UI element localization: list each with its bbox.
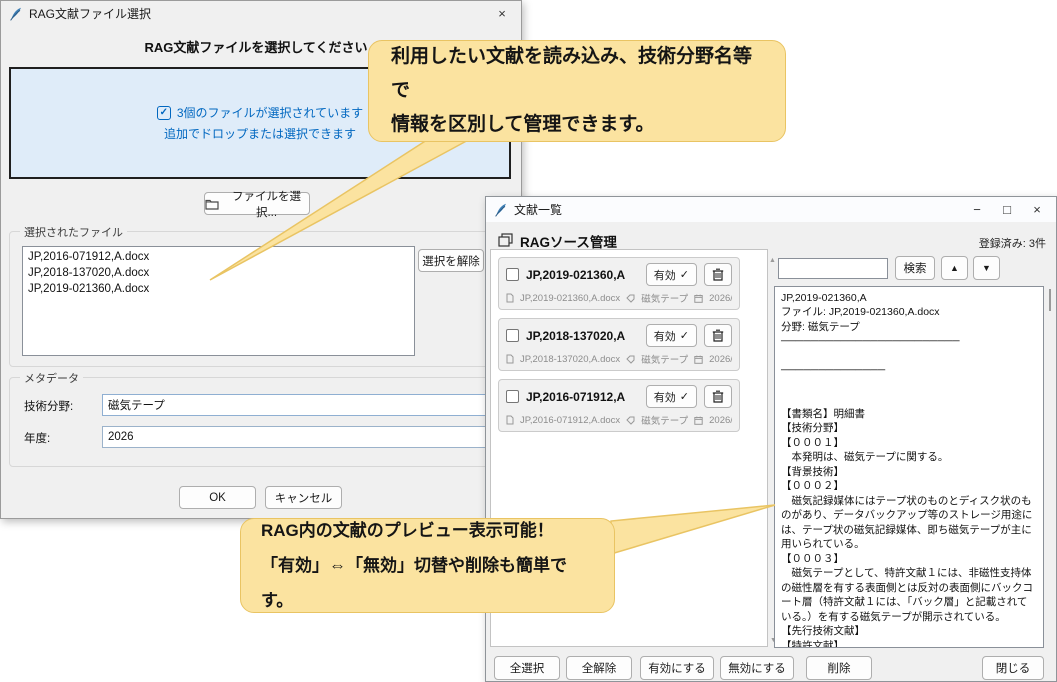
- toggle-enabled-button[interactable]: 有効 ✓: [646, 263, 697, 286]
- tech-field-label: 技術分野:: [24, 398, 73, 414]
- close-button[interactable]: ×: [1022, 197, 1052, 222]
- card-timestamp: 2026/02/01 17:54: [709, 354, 732, 365]
- card-checkbox[interactable]: [506, 329, 519, 342]
- disable-button[interactable]: 無効にする: [720, 656, 794, 680]
- screenshot-stage: RAG文献ファイル選択 × RAG文献ファイルを選択してください ✓ 3個のファ…: [0, 0, 1057, 682]
- checked-checkbox-icon: ✓: [157, 106, 171, 120]
- file-icon: [506, 354, 514, 364]
- source-card[interactable]: JP,2019-021360,A 有効 ✓ JP,2019-021360,A.d…: [498, 257, 740, 310]
- calendar-icon: [694, 416, 703, 425]
- calendar-icon: [694, 355, 703, 364]
- sash-up-icon[interactable]: ▲: [769, 257, 776, 264]
- tech-field-input[interactable]: [102, 394, 502, 416]
- card-category: 磁気テープ: [641, 291, 688, 305]
- card-title: JP,2016-071912,A: [526, 390, 639, 404]
- tag-icon: [626, 416, 635, 425]
- check-icon: ✓: [680, 390, 689, 403]
- maximize-button[interactable]: □: [992, 197, 1022, 222]
- source-card[interactable]: JP,2018-137020,A 有効 ✓ JP,2018-137020,A.d…: [498, 318, 740, 371]
- enable-button[interactable]: 有効にする: [640, 656, 714, 680]
- find-next-button[interactable]: ▼: [973, 256, 1000, 280]
- metadata-group: メタデータ 技術分野: 年度:: [9, 377, 509, 467]
- callout-top-line2: 情報を区別して管理できます。: [391, 108, 763, 142]
- tag-icon: [626, 294, 635, 303]
- delete-button[interactable]: 削除: [806, 656, 872, 680]
- app-feather-icon: [494, 203, 507, 217]
- search-button[interactable]: 検索: [895, 256, 935, 280]
- card-title: JP,2019-021360,A: [526, 268, 639, 282]
- check-icon: ✓: [680, 329, 689, 342]
- enabled-label: 有効: [654, 389, 676, 405]
- delete-card-button[interactable]: [704, 324, 732, 347]
- check-icon: ✓: [680, 268, 689, 281]
- callout-top-line1: 利用したい文献を読み込み、技術分野名等で: [391, 40, 763, 108]
- enabled-label: 有効: [654, 328, 676, 344]
- app-feather-icon: [9, 7, 22, 21]
- card-category: 磁気テープ: [641, 352, 688, 366]
- preview-scrollbar[interactable]: [1049, 289, 1051, 311]
- dropzone-status-text: 3個のファイルが選択されています: [177, 104, 363, 121]
- delete-card-button[interactable]: [704, 385, 732, 408]
- find-previous-button[interactable]: ▲: [941, 256, 968, 280]
- right-titlebar: 文献一覧 − □ ×: [486, 197, 1056, 222]
- card-checkbox[interactable]: [506, 390, 519, 403]
- card-title: JP,2018-137020,A: [526, 329, 639, 343]
- card-timestamp: 2026/02/01 17:54: [709, 415, 732, 426]
- calendar-icon: [694, 294, 703, 303]
- file-icon: [506, 293, 514, 303]
- toggle-enabled-button[interactable]: 有効 ✓: [646, 385, 697, 408]
- trash-icon: [712, 268, 724, 281]
- rag-source-title: RAGソース管理: [520, 231, 617, 251]
- callout-top: 利用したい文献を読み込み、技術分野名等で 情報を区別して管理できます。: [368, 40, 786, 142]
- file-icon: [506, 415, 514, 425]
- card-file-name: JP,2018-137020,A.docx: [520, 354, 620, 365]
- ok-button[interactable]: OK: [179, 486, 256, 509]
- close-window-button[interactable]: 閉じる: [982, 656, 1044, 680]
- callout-top-tail: [190, 134, 480, 286]
- document-preview-pane[interactable]: JP,2019-021360,A ファイル: JP,2019-021360,A.…: [774, 286, 1044, 648]
- metadata-group-label: メタデータ: [20, 370, 83, 386]
- source-card[interactable]: JP,2016-071912,A 有効 ✓ JP,2016-071912,A.d…: [498, 379, 740, 432]
- select-all-button[interactable]: 全選択: [494, 656, 560, 680]
- trash-icon: [712, 329, 724, 342]
- year-label: 年度:: [24, 430, 50, 446]
- trash-icon: [712, 390, 724, 403]
- callout-bottom-line2: 「有効」⇔「無効」切替や削除も簡単です。: [261, 548, 594, 618]
- cancel-button[interactable]: キャンセル: [265, 486, 342, 509]
- enabled-label: 有効: [654, 267, 676, 283]
- card-checkbox[interactable]: [506, 268, 519, 281]
- minimize-button[interactable]: −: [962, 197, 992, 222]
- deselect-all-button[interactable]: 全解除: [566, 656, 632, 680]
- card-timestamp: 2026/02/01 17:55: [709, 293, 732, 304]
- search-input[interactable]: [778, 258, 888, 279]
- right-window-title: 文献一覧: [514, 201, 562, 218]
- year-input[interactable]: [102, 426, 502, 448]
- delete-card-button[interactable]: [704, 263, 732, 286]
- toggle-enabled-button[interactable]: 有効 ✓: [646, 324, 697, 347]
- books-icon: [498, 233, 513, 250]
- callout-bottom-line1: RAG内の文献のプレビュー表示可能！: [261, 513, 594, 548]
- card-file-name: JP,2016-071912,A.docx: [520, 415, 620, 426]
- card-category: 磁気テープ: [641, 413, 688, 427]
- callout-bottom-tail: [605, 498, 785, 560]
- left-close-button[interactable]: ×: [487, 1, 517, 26]
- callout-bottom: RAG内の文献のプレビュー表示可能！ 「有効」⇔「無効」切替や削除も簡単です。: [240, 518, 615, 613]
- card-file-name: JP,2019-021360,A.docx: [520, 293, 620, 304]
- left-titlebar: RAG文献ファイル選択 ×: [1, 1, 521, 26]
- registered-count: 登録済み: 3件: [979, 235, 1046, 251]
- tag-icon: [626, 355, 635, 364]
- left-window-title: RAG文献ファイル選択: [29, 5, 151, 22]
- selected-files-group-label: 選択されたファイル: [20, 224, 127, 240]
